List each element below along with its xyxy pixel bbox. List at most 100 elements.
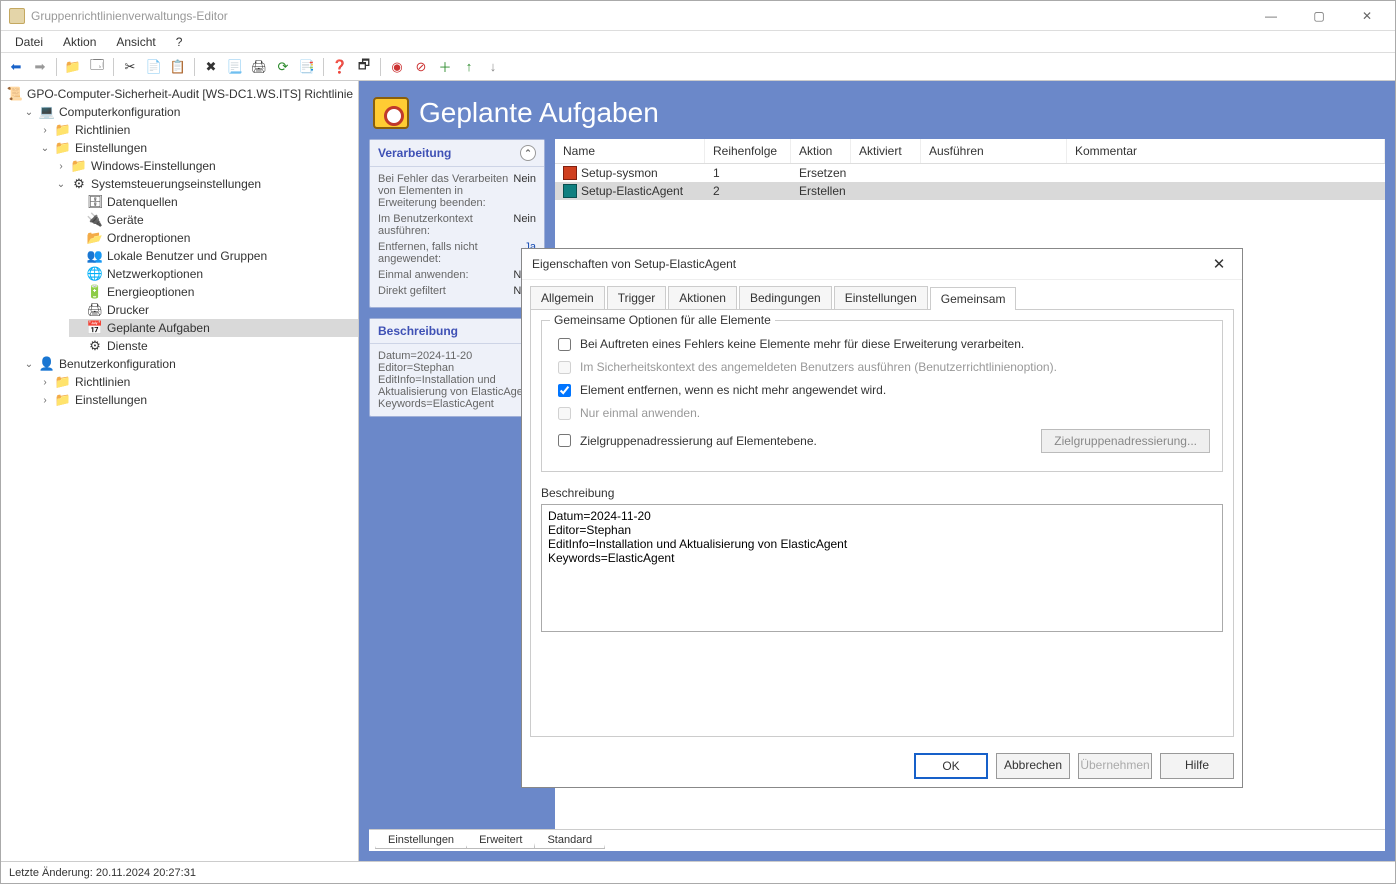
chevron-down-icon: ⌄ bbox=[39, 143, 51, 154]
power-icon: 🔋 bbox=[87, 284, 103, 300]
proc-stop-label: Bei Fehler das Verarbeiten von Elementen… bbox=[378, 173, 513, 209]
tree-energie[interactable]: 🔋 Energieoptionen bbox=[69, 283, 358, 301]
col-order[interactable]: Reihenfolge bbox=[705, 139, 791, 163]
help-icon[interactable]: ❓ bbox=[329, 56, 351, 78]
tree-sys-einst[interactable]: ⌄ ⚙ Systemsteuerungseinstellungen bbox=[53, 175, 358, 193]
menu-file[interactable]: Datei bbox=[7, 33, 51, 51]
tab-erweitert[interactable]: Erweitert bbox=[466, 832, 535, 849]
properties-dialog: Eigenschaften von Setup-ElasticAgent ✕ A… bbox=[521, 248, 1243, 788]
tree-label: Einstellungen bbox=[75, 141, 147, 155]
stop-icon[interactable]: ⊘ bbox=[410, 56, 432, 78]
tab-trigger[interactable]: Trigger bbox=[607, 286, 667, 309]
ok-button[interactable]: OK bbox=[914, 753, 988, 779]
tab-gemeinsam[interactable]: Gemeinsam bbox=[930, 287, 1017, 310]
checkbox-stop-on-error[interactable] bbox=[558, 338, 571, 351]
refresh-icon[interactable]: ⟳ bbox=[272, 56, 294, 78]
tree-label: Energieoptionen bbox=[107, 285, 194, 299]
green-up-icon[interactable]: ↑ bbox=[458, 56, 480, 78]
processing-card: Verarbeitung ⌃ Bei Fehler das Verarbeite… bbox=[369, 139, 545, 308]
menu-action[interactable]: Aktion bbox=[55, 33, 104, 51]
col-active[interactable]: Aktiviert bbox=[851, 139, 921, 163]
description-title: Beschreibung bbox=[378, 324, 458, 338]
checkbox-user-context bbox=[558, 361, 571, 374]
forward-icon[interactable]: ➡ bbox=[29, 56, 51, 78]
dialog-buttons: OK Abbrechen Übernehmen Hilfe bbox=[522, 745, 1242, 787]
back-icon[interactable]: ⬅ bbox=[5, 56, 27, 78]
maximize-button[interactable]: ▢ bbox=[1299, 4, 1339, 28]
task-icon bbox=[563, 166, 577, 180]
tab-allgemein[interactable]: Allgemein bbox=[530, 286, 605, 309]
statusbar: Letzte Änderung: 20.11.2024 20:27:31 bbox=[1, 861, 1395, 883]
app-icon bbox=[9, 8, 25, 24]
tree-drucker[interactable]: 🖨Drucker bbox=[69, 301, 358, 319]
tree-benutzer-config[interactable]: ⌄ 👤 Benutzerkonfiguration bbox=[21, 355, 358, 373]
close-icon[interactable]: ✕ bbox=[1206, 255, 1232, 273]
export-icon[interactable]: 📑 bbox=[296, 56, 318, 78]
col-exec[interactable]: Ausführen bbox=[921, 139, 1067, 163]
col-action[interactable]: Aktion bbox=[791, 139, 851, 163]
collapse-icon[interactable]: ⌃ bbox=[520, 145, 536, 161]
tree-label: Computerkonfiguration bbox=[59, 105, 180, 119]
cell-order: 2 bbox=[705, 182, 791, 200]
tree-geplante-aufgaben[interactable]: 📅Geplante Aufgaben bbox=[69, 319, 358, 337]
menu-view[interactable]: Ansicht bbox=[108, 33, 163, 51]
paste-icon[interactable]: 📋 bbox=[167, 56, 189, 78]
tree-label: Richtlinien bbox=[75, 123, 130, 137]
tab-einstellungen[interactable]: Einstellungen bbox=[834, 286, 928, 309]
tree-windows-einst[interactable]: › 📁 Windows-Einstellungen bbox=[53, 157, 358, 175]
description-textarea[interactable] bbox=[541, 504, 1223, 632]
tree-label: Benutzerkonfiguration bbox=[59, 357, 176, 371]
folder-icon: 📁 bbox=[55, 140, 71, 156]
cut-icon[interactable]: ✂ bbox=[119, 56, 141, 78]
tree-label: Einstellungen bbox=[75, 393, 147, 407]
tree-dienste[interactable]: ⚙Dienste bbox=[69, 337, 358, 355]
tree-benutzer-richtlinien[interactable]: ›📁Richtlinien bbox=[37, 373, 358, 391]
side-cards: Verarbeitung ⌃ Bei Fehler das Verarbeite… bbox=[369, 139, 545, 829]
tree-benutzer-einstellungen[interactable]: ›📁Einstellungen bbox=[37, 391, 358, 409]
chevron-right-icon: › bbox=[39, 377, 51, 388]
table-row[interactable]: Setup-sysmon 1 Ersetzen bbox=[555, 164, 1385, 182]
col-comment[interactable]: Kommentar bbox=[1067, 139, 1385, 163]
page-title: Geplante Aufgaben bbox=[419, 97, 659, 129]
minimize-button[interactable]: — bbox=[1251, 4, 1291, 28]
plus-icon[interactable]: ＋ bbox=[434, 56, 456, 78]
record-icon[interactable]: ◉ bbox=[386, 56, 408, 78]
checkbox-remove-when-unapplied[interactable] bbox=[558, 384, 571, 397]
tree-netzwerk[interactable]: 🌐Netzwerkoptionen bbox=[69, 265, 358, 283]
properties-icon[interactable]: 📃 bbox=[224, 56, 246, 78]
grey-down-icon[interactable]: ↓ bbox=[482, 56, 504, 78]
network-icon: 🌐 bbox=[87, 266, 103, 282]
tree-geraete[interactable]: 🔌Geräte bbox=[69, 211, 358, 229]
tab-bedingungen[interactable]: Bedingungen bbox=[739, 286, 832, 309]
delete-icon[interactable]: ✖ bbox=[200, 56, 222, 78]
up-icon[interactable]: 📁 bbox=[62, 56, 84, 78]
col-name[interactable]: Name bbox=[555, 139, 705, 163]
table-row[interactable]: Setup-ElasticAgent 2 Erstellen bbox=[555, 182, 1385, 200]
tab-einstellungen[interactable]: Einstellungen bbox=[375, 832, 467, 849]
window-icon[interactable]: 🗗 bbox=[353, 56, 375, 78]
menu-help[interactable]: ? bbox=[168, 33, 191, 51]
tree-lokale-benutzer[interactable]: 👥Lokale Benutzer und Gruppen bbox=[69, 247, 358, 265]
bottom-tabs: Einstellungen Erweitert Standard bbox=[369, 829, 1385, 851]
tab-aktionen[interactable]: Aktionen bbox=[668, 286, 737, 309]
toggle-pane-icon[interactable]: 🗔 bbox=[86, 56, 108, 78]
tree-computer-config[interactable]: ⌄ 💻 Computerkonfiguration bbox=[21, 103, 358, 121]
desc-label: Beschreibung bbox=[541, 486, 1223, 500]
tree-datenquellen[interactable]: 🗄 Datenquellen bbox=[69, 193, 358, 211]
print-icon[interactable]: 🖨 bbox=[248, 56, 270, 78]
copy-icon[interactable]: 📄 bbox=[143, 56, 165, 78]
tree-ordneroptionen[interactable]: 📂Ordneroptionen bbox=[69, 229, 358, 247]
tree-label: Datenquellen bbox=[107, 195, 178, 209]
help-button[interactable]: Hilfe bbox=[1160, 753, 1234, 779]
cancel-button[interactable]: Abbrechen bbox=[996, 753, 1070, 779]
tree-label: Ordneroptionen bbox=[107, 231, 190, 245]
tree-root[interactable]: 📜 GPO-Computer-Sicherheit-Audit [WS-DC1.… bbox=[5, 85, 358, 103]
tab-standard[interactable]: Standard bbox=[534, 832, 605, 849]
menubar: Datei Aktion Ansicht ? bbox=[1, 31, 1395, 53]
chevron-down-icon: ⌄ bbox=[23, 359, 35, 370]
datasource-icon: 🗄 bbox=[87, 194, 103, 210]
tree-richtlinien[interactable]: › 📁 Richtlinien bbox=[37, 121, 358, 139]
close-button[interactable]: ✕ bbox=[1347, 4, 1387, 28]
tree-einstellungen[interactable]: ⌄ 📁 Einstellungen bbox=[37, 139, 358, 157]
checkbox-item-targeting[interactable] bbox=[558, 434, 571, 447]
